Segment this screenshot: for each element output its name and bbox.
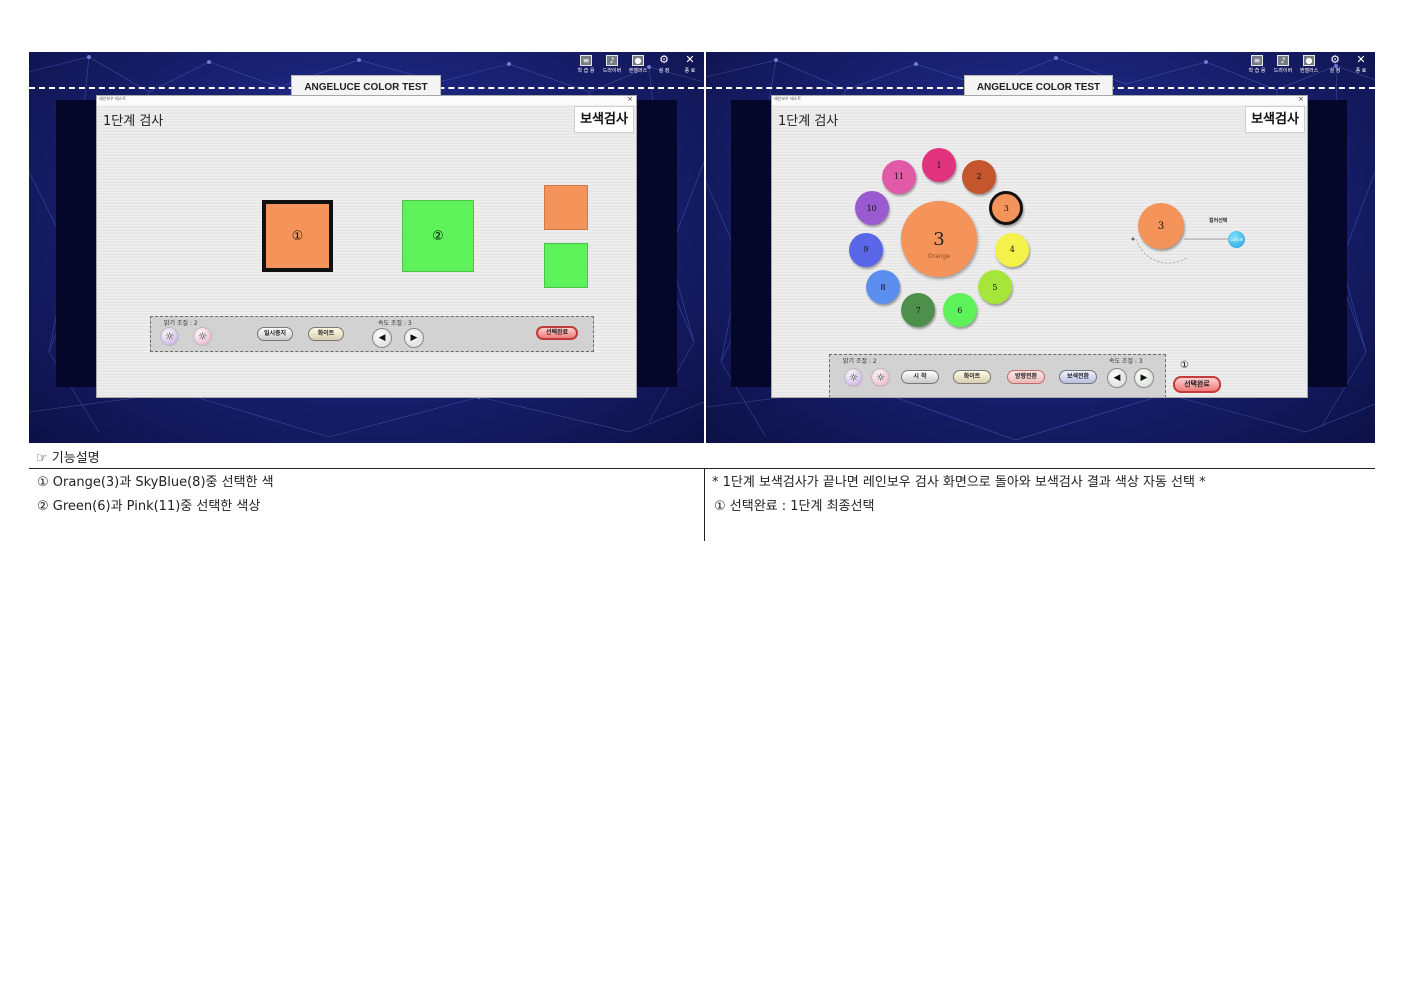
wheel-color-5[interactable]: 5: [977, 270, 1012, 305]
speed-label: 속도 조절 : 3: [1109, 358, 1143, 365]
speed-up-icon[interactable]: ▶: [1134, 368, 1154, 388]
right-description-line: ① 선택완료 : 1단계 최종선택: [714, 499, 875, 514]
driver-icon: ♪: [606, 55, 618, 66]
exit-label: 종 료: [684, 68, 696, 74]
left-description-line: ① Orange(3)과 SkyBlue(8)중 선택한 색: [37, 475, 274, 490]
wheel-color-4[interactable]: 4: [995, 232, 1030, 267]
mode-box[interactable]: 보색검사: [1245, 106, 1305, 133]
exit-button[interactable]: ✕ 종 료: [678, 54, 702, 76]
left-screenshot: ANGELUCE COLOR TEST ≡ 학 습 용 ♪ 드라이버 ● 엔젤러스 ⚙…: [29, 52, 704, 443]
close-icon: ✕: [685, 53, 695, 66]
brightness-up-icon[interactable]: ☼: [871, 368, 890, 387]
description-divider: [29, 468, 1375, 469]
practice-button[interactable]: ≡ 학 습 용: [574, 54, 598, 76]
control-panel: 밝기 조절 : 2 ☼ ☼ 시 작 화이트 방향전환 보색전환 속도 조절 : …: [829, 354, 1166, 397]
white-button[interactable]: 화이트: [953, 370, 991, 384]
driver-icon: ♪: [1277, 55, 1289, 66]
brightness-down-icon[interactable]: ☼: [160, 327, 179, 346]
angeluce-icon: ●: [1303, 55, 1315, 66]
selected-color-chip[interactable]: 3: [1138, 203, 1184, 249]
dialog-title: 레인보우 테스트: [99, 96, 127, 101]
left-description-line: ② Green(6)과 Pink(11)중 선택한 색상: [37, 499, 261, 514]
color-square-2[interactable]: ②: [402, 200, 474, 272]
wheel-color-2[interactable]: 2: [962, 159, 996, 194]
exit-label: 종 료: [1355, 68, 1367, 74]
dialog-titlebar: 레인보우 테스트 ×: [97, 96, 636, 105]
settings-button[interactable]: ⚙ 설 정: [652, 54, 676, 76]
start-button[interactable]: 시 작: [901, 370, 939, 384]
brightness-label: 밝기 조절 : 2: [164, 320, 198, 327]
wheel-color-10[interactable]: 10: [854, 191, 889, 226]
speed-down-icon[interactable]: ◀: [1107, 368, 1127, 388]
practice-icon: ≡: [1251, 55, 1263, 66]
speed-label: 속도 조절 : 3: [378, 320, 412, 327]
stage-title: 1단계 검사: [778, 114, 839, 129]
square-2-label: ②: [432, 228, 444, 244]
speed-down-icon[interactable]: ◀: [372, 328, 392, 348]
white-button[interactable]: 화이트: [308, 327, 344, 341]
brightness-down-icon[interactable]: ☼: [844, 368, 863, 387]
color-square-1[interactable]: ①: [262, 200, 333, 272]
wheel-color-1[interactable]: 1: [922, 148, 956, 182]
pause-button[interactable]: 일시중지: [257, 327, 293, 341]
right-screenshot: ANGELUCE COLOR TEST ≡ 학 습 용 ♪ 드라이버 ● 엔젤러스 ⚙…: [706, 52, 1375, 443]
center-color-circle: 3 Orange: [901, 201, 977, 277]
exit-button[interactable]: ✕ 종 료: [1349, 54, 1373, 76]
direction-button[interactable]: 방향전환: [1007, 370, 1045, 384]
center-number: 3: [933, 229, 945, 250]
cancel-button[interactable]: Cancel: [1228, 231, 1245, 248]
test-dialog: 레인보우 테스트 × 1단계 검사 보색검사 ① ② 밝기 조절 : 2 ☼ ☼…: [96, 95, 637, 398]
center-color-name: Orange: [927, 253, 951, 260]
settings-button[interactable]: ⚙ 설 정: [1323, 54, 1347, 76]
right-description-line: * 1단계 보색검사가 끝나면 레인보우 검사 화면으로 돌아와 보색검사 결과…: [712, 475, 1206, 490]
practice-button[interactable]: ≡ 학 습 용: [1245, 54, 1269, 76]
wheel-color-3[interactable]: 3: [989, 191, 1024, 226]
angeluce-button[interactable]: ● 엔젤러스: [1297, 54, 1321, 76]
wheel-color-11[interactable]: 11: [881, 159, 916, 194]
confirm-button[interactable]: 선택완료: [536, 326, 578, 340]
driver-button[interactable]: ♪ 드라이버: [600, 54, 624, 76]
close-icon: ✕: [1356, 53, 1366, 66]
gear-icon: ⚙: [659, 53, 669, 66]
dialog-title: 레인보우 테스트: [774, 96, 802, 101]
control-panel: 밝기 조절 : 2 ☼ ☼ 일시중지 화이트 속도 조절 : 3 ◀ ▶ 선택완…: [150, 316, 594, 352]
angeluce-button[interactable]: ● 엔젤러스: [626, 54, 650, 76]
wheel-color-9[interactable]: 9: [848, 232, 883, 267]
mode-box[interactable]: 보색검사: [574, 106, 634, 133]
speed-up-icon[interactable]: ▶: [404, 328, 424, 348]
angeluce-icon: ●: [632, 55, 644, 66]
confirm-marker: ①: [1180, 360, 1189, 371]
brightness-up-icon[interactable]: ☼: [193, 327, 212, 346]
brightness-label: 밝기 조절 : 2: [843, 358, 877, 365]
driver-button[interactable]: ♪ 드라이버: [1271, 54, 1295, 76]
gear-icon: ⚙: [1330, 53, 1340, 66]
description-heading: ☞ 기능설명: [36, 451, 100, 466]
dialog-titlebar: 레인보우 테스트 ×: [772, 96, 1307, 105]
description-column-divider: [704, 468, 705, 541]
confirm-button[interactable]: 선택완료: [1173, 376, 1221, 393]
test-dialog: 레인보우 테스트 × 1단계 검사 보색검사 1 2 3 4 5 6 7 8 9 10 11 3 O…: [771, 95, 1308, 398]
orange-preview-square: [544, 185, 588, 230]
wheel-color-8[interactable]: 8: [866, 270, 901, 305]
square-1-label: ①: [291, 228, 304, 244]
mode-switch-button[interactable]: 보색전환: [1059, 370, 1097, 384]
dialog-close-icon[interactable]: ×: [627, 96, 633, 103]
color-select-label: 컬러선택: [1209, 218, 1228, 224]
green-preview-square: [544, 243, 588, 288]
wheel-color-7[interactable]: 7: [901, 293, 936, 327]
practice-icon: ≡: [580, 55, 592, 66]
wheel-color-6[interactable]: 6: [942, 293, 977, 327]
stage-title: 1단계 검사: [103, 114, 164, 129]
dialog-close-icon[interactable]: ×: [1298, 96, 1304, 103]
